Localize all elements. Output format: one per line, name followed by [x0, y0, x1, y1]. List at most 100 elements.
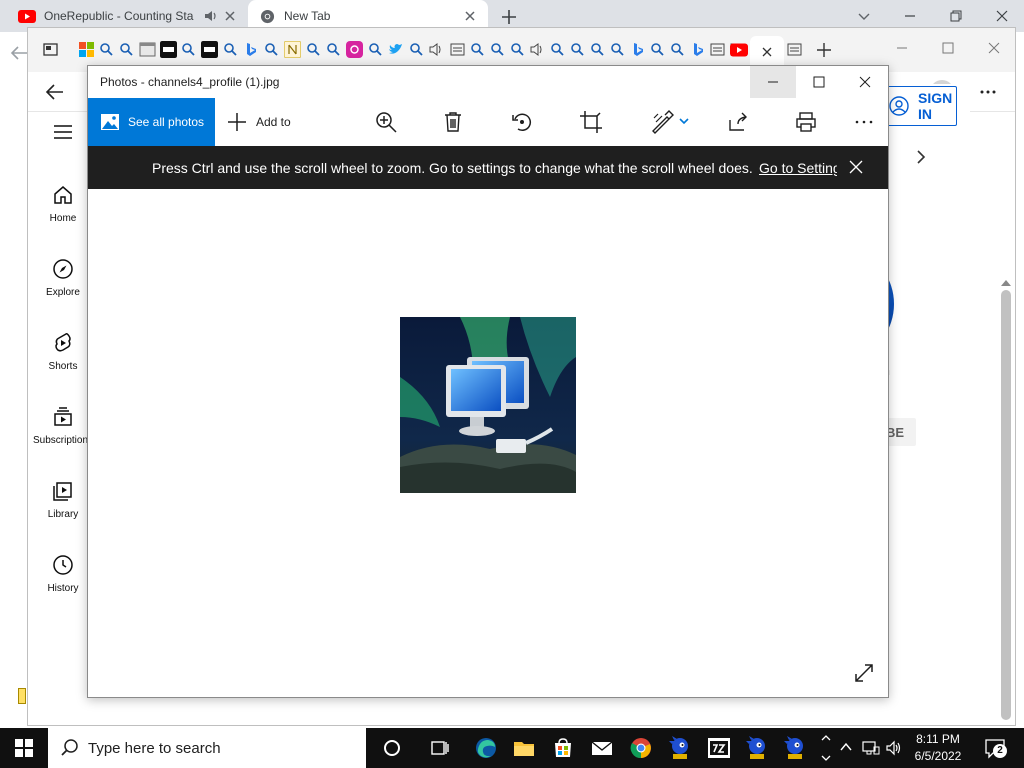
taskbar-search-input[interactable]: Type here to search: [48, 728, 366, 768]
delete-icon[interactable]: [441, 110, 465, 134]
edge-icon[interactable]: [474, 736, 498, 760]
minimize-icon[interactable]: [898, 4, 922, 28]
add-to-button[interactable]: Add to: [226, 98, 291, 146]
search-placeholder: Type here to search: [88, 739, 221, 757]
search-tab-icon[interactable]: [669, 41, 686, 58]
edit-icon[interactable]: [650, 110, 674, 134]
photos-toolbar: See all photos Add to: [88, 98, 888, 146]
search-tab-icon[interactable]: [118, 41, 135, 58]
subscriptions-icon: [54, 407, 72, 426]
close-icon[interactable]: [760, 45, 774, 59]
taskbar-overflow-chevrons-icon[interactable]: [820, 730, 832, 766]
search-tab-icon[interactable]: [509, 41, 526, 58]
go-to-settings-link[interactable]: Go to Settings: [759, 160, 837, 176]
scrollbar-thumb[interactable]: [1001, 290, 1011, 720]
cortana-icon[interactable]: [380, 736, 404, 760]
close-icon[interactable]: [848, 159, 864, 175]
compass-icon: [53, 259, 73, 279]
home-icon: [54, 186, 72, 204]
search-tab-icon[interactable]: [489, 41, 506, 58]
tab-page-icon[interactable]: [709, 41, 726, 58]
zoom-in-icon[interactable]: [374, 110, 398, 134]
search-tab-icon[interactable]: [325, 41, 342, 58]
search-tab-icon[interactable]: [569, 41, 586, 58]
file-explorer-icon[interactable]: [512, 736, 536, 760]
close-icon[interactable]: [222, 8, 238, 24]
speaker-icon[interactable]: [428, 41, 445, 58]
chevron-down-icon[interactable]: [678, 115, 690, 127]
bing-icon[interactable]: [689, 41, 706, 58]
network-icon[interactable]: [862, 739, 880, 757]
youtube-icon: [730, 43, 748, 57]
workspaces-icon[interactable]: [42, 41, 59, 58]
system-clock[interactable]: 8:11 PM 6/5/2022: [908, 731, 968, 765]
search-tab-icon[interactable]: [367, 41, 384, 58]
share-icon[interactable]: [726, 110, 750, 134]
minimize-icon[interactable]: [890, 36, 914, 60]
microsoft-store-icon[interactable]: [551, 736, 575, 760]
close-button[interactable]: [842, 66, 888, 98]
sonic-game-icon[interactable]: [668, 736, 692, 760]
start-button[interactable]: [0, 728, 48, 768]
taskbar: Type here to search 8:11 PM 6/5/2022 2: [0, 728, 1024, 768]
minimize-button[interactable]: [750, 66, 796, 98]
search-tab-icon[interactable]: [549, 41, 566, 58]
restore-icon[interactable]: [944, 4, 968, 28]
crop-icon[interactable]: [579, 110, 603, 134]
search-tab-icon[interactable]: [589, 41, 606, 58]
bing-icon[interactable]: [242, 41, 259, 58]
search-tab-icon[interactable]: [408, 41, 425, 58]
calendar-24-icon[interactable]: [139, 41, 156, 58]
tab-page-icon[interactable]: [449, 41, 466, 58]
search-tab-icon[interactable]: [469, 41, 486, 58]
photo-network-aurora[interactable]: [400, 317, 576, 493]
notification-count-badge: 2: [993, 744, 1007, 758]
print-icon[interactable]: [794, 110, 818, 134]
search-tab-icon[interactable]: [305, 41, 322, 58]
photos-icon: [101, 114, 119, 130]
expand-icon[interactable]: [854, 663, 874, 683]
search-tab-icon[interactable]: [222, 41, 239, 58]
more-icon[interactable]: [852, 110, 876, 134]
close-icon[interactable]: [990, 4, 1014, 28]
chrome-icon[interactable]: [629, 736, 653, 760]
mail-icon[interactable]: [590, 736, 614, 760]
speaker-icon[interactable]: [529, 41, 546, 58]
microsoft-icon[interactable]: [78, 41, 95, 58]
photos-title-bar[interactable]: Photos - channels4_profile (1).jpg: [88, 66, 888, 98]
new-tab-plus-icon[interactable]: [814, 40, 834, 60]
tab-page-icon[interactable]: [786, 41, 803, 58]
task-view-icon[interactable]: [428, 736, 452, 760]
search-tab-icon[interactable]: [98, 41, 115, 58]
chevron-up-icon[interactable]: [840, 741, 852, 753]
search-tab-icon[interactable]: [649, 41, 666, 58]
rotate-icon[interactable]: [510, 110, 534, 134]
search-tab-icon[interactable]: [609, 41, 626, 58]
up-site-icon[interactable]: [201, 41, 218, 58]
notes-site-icon[interactable]: [284, 41, 301, 58]
volume-icon[interactable]: [885, 739, 903, 757]
tab-title: OneRepublic - Counting Sta: [44, 9, 194, 23]
scroll-up-arrow-icon[interactable]: [1000, 278, 1012, 288]
sonic-game-icon[interactable]: [745, 736, 769, 760]
hamburger-menu-icon[interactable]: [52, 123, 74, 141]
7zip-icon[interactable]: [707, 736, 731, 760]
search-tab-icon[interactable]: [263, 41, 280, 58]
close-icon[interactable]: [982, 36, 1006, 60]
tab-search-chevron-icon[interactable]: [852, 4, 876, 28]
close-icon[interactable]: [462, 8, 478, 24]
search-tab-icon[interactable]: [180, 41, 197, 58]
close-icon: [859, 76, 871, 88]
bing-icon[interactable]: [629, 41, 646, 58]
twitter-icon[interactable]: [387, 41, 404, 58]
see-all-photos-button[interactable]: See all photos: [88, 98, 215, 146]
new-tab-plus-icon[interactable]: [498, 6, 520, 28]
chevron-right-icon[interactable]: [914, 148, 928, 166]
more-icon[interactable]: [978, 84, 998, 100]
up-site-icon[interactable]: [160, 41, 177, 58]
instagram-icon[interactable]: [346, 41, 363, 58]
sonic-game-icon[interactable]: [783, 736, 807, 760]
maximize-button[interactable]: [796, 66, 842, 98]
maximize-icon[interactable]: [936, 36, 960, 60]
speaker-icon[interactable]: [204, 10, 218, 22]
